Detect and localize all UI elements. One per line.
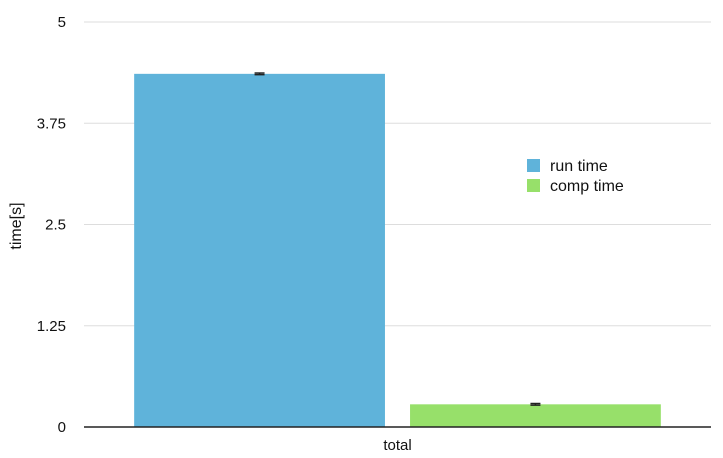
y-tick-label: 5 (58, 14, 66, 31)
legend-swatch (527, 179, 540, 192)
y-axis-ticks: 0 1.25 2.5 3.75 5 (37, 14, 66, 436)
x-axis-ticks: total (383, 437, 411, 454)
y-tick-label: 1.25 (37, 318, 66, 335)
bar-comp-time (410, 404, 661, 427)
y-tick-label: 3.75 (37, 115, 66, 132)
legend-label: comp time (550, 178, 624, 195)
y-tick-label: 0 (58, 419, 66, 436)
x-tick-label: total (383, 437, 411, 454)
bar-run-time (134, 73, 385, 427)
bar-chart: 0 1.25 2.5 3.75 5 time[s] total run time comp… (8, 14, 711, 454)
bars (134, 73, 661, 427)
y-axis-label: time[s] (8, 202, 25, 249)
y-tick-label: 2.5 (45, 217, 66, 234)
legend-label: run time (550, 158, 608, 175)
legend: run time comp time (527, 158, 624, 195)
legend-swatch (527, 159, 540, 172)
